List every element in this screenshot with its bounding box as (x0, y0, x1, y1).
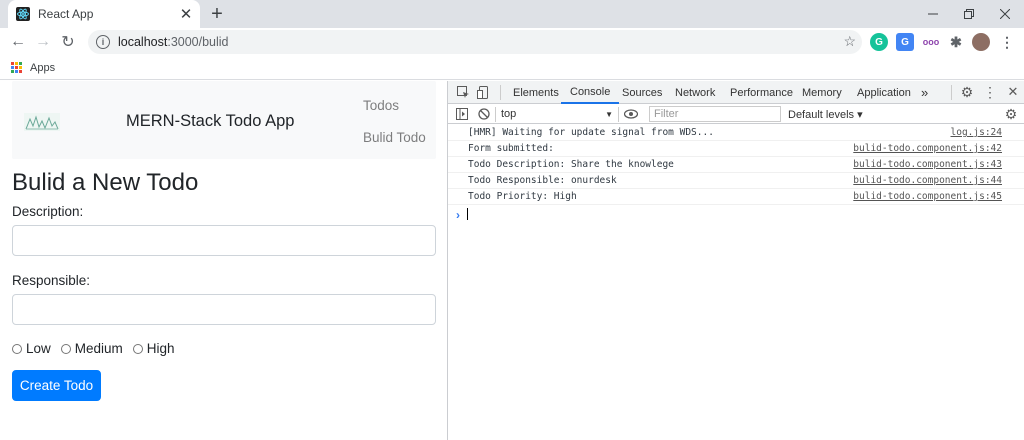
eye-icon[interactable] (623, 106, 639, 122)
console-prompt-icon: › (456, 208, 460, 222)
tab-performance[interactable]: Performance (730, 81, 793, 104)
responsible-input[interactable] (12, 294, 436, 325)
tab-console[interactable]: Console (561, 81, 620, 104)
apps-grid-icon[interactable] (11, 62, 22, 73)
restore-icon[interactable] (951, 0, 987, 28)
web-app: MERN-Stack Todo App Todos Bulid Todo Bul… (0, 81, 447, 440)
kebab-menu-icon[interactable]: ⋮ (982, 84, 998, 100)
console-filter-input[interactable]: Filter (649, 106, 781, 122)
log-source-link[interactable]: bulid-todo.component.js:43 (853, 159, 1002, 170)
browser-toolbar: ← → ↻ i localhost:3000/bulid ☆ G G ooo ✱… (0, 28, 1024, 56)
device-toolbar-icon[interactable] (475, 84, 491, 100)
devtools-panel: Elements Console Sources Network Perform… (447, 81, 1024, 440)
log-source-link[interactable]: log.js:24 (951, 127, 1002, 138)
settings-gear-icon[interactable]: ⚙ (959, 84, 975, 100)
tab-title: React App (38, 7, 94, 21)
log-message: Form submitted: (468, 143, 554, 154)
reload-icon[interactable]: ↻ (58, 32, 78, 52)
console-log-row: Todo Description: Share the knowlege bul… (448, 157, 1024, 173)
separator (495, 107, 496, 122)
separator (618, 107, 619, 122)
priority-high-radio[interactable]: High (132, 341, 175, 356)
bookmarks-bar: Apps (0, 56, 1024, 80)
priority-low-radio[interactable]: Low (12, 341, 51, 356)
apps-bookmark[interactable]: Apps (30, 62, 55, 74)
page-title: Bulid a New Todo (12, 169, 199, 196)
translate-icon[interactable]: G (896, 33, 914, 51)
log-source-link[interactable]: bulid-todo.component.js:44 (853, 175, 1002, 186)
log-message: Todo Description: Share the knowlege (468, 159, 674, 170)
more-tabs-icon[interactable]: » (921, 81, 928, 104)
priority-radio-group: Low Medium High (12, 341, 185, 356)
tab-network[interactable]: Network (675, 81, 715, 104)
console-input-caret[interactable] (467, 208, 468, 220)
log-message: Todo Priority: High (468, 191, 577, 202)
back-arrow-icon[interactable]: ← (8, 32, 28, 52)
radio-label: Medium (74, 341, 123, 356)
react-favicon-icon (16, 7, 30, 21)
logo-icon[interactable] (24, 109, 62, 135)
priority-medium-radio[interactable]: Medium (60, 341, 123, 356)
context-value: top (501, 108, 517, 120)
app-navbar: MERN-Stack Todo App Todos Bulid Todo (12, 81, 436, 159)
grammarly-icon[interactable]: G (870, 33, 888, 51)
close-icon[interactable]: ✕ (176, 4, 196, 24)
description-input[interactable] (12, 225, 436, 256)
star-icon[interactable]: ☆ (843, 33, 856, 50)
close-devtools-icon[interactable]: ✕ (1005, 84, 1021, 100)
separator (500, 85, 501, 100)
sidebar-toggle-icon[interactable] (454, 106, 470, 122)
console-log-row: [HMR] Waiting for update signal from WDS… (448, 125, 1024, 141)
log-message: Todo Responsible: onurdesk (468, 175, 617, 186)
puzzle-icon[interactable]: ✱ (947, 33, 965, 51)
minimize-icon[interactable] (915, 0, 951, 28)
new-tab-icon[interactable]: + (206, 3, 228, 25)
radio-label: High (146, 341, 175, 356)
tab-memory[interactable]: Memory (802, 81, 842, 104)
avatar[interactable] (972, 33, 990, 51)
log-source-link[interactable]: bulid-todo.component.js:42 (853, 143, 1002, 154)
clear-console-icon[interactable] (476, 106, 492, 122)
radio-circle[interactable] (12, 343, 22, 354)
console-log-row: Todo Priority: High bulid-todo.component… (448, 189, 1024, 205)
forward-arrow-icon[interactable]: → (33, 32, 53, 52)
description-label: Description: (12, 204, 84, 219)
radio-label: Low (26, 341, 51, 356)
create-todo-button[interactable]: Create Todo (12, 370, 101, 401)
tab-elements[interactable]: Elements (513, 81, 559, 104)
log-levels-dropdown[interactable]: Default levels ▾ (788, 106, 863, 122)
dropdown-triangle-icon: ▼ (605, 109, 613, 119)
nav-link-bulid-todo[interactable]: Bulid Todo (363, 130, 426, 145)
nav-link-todos[interactable]: Todos (363, 98, 399, 113)
address-bar[interactable]: i localhost:3000/bulid ☆ (88, 30, 862, 54)
separator (951, 85, 952, 100)
info-icon[interactable]: i (96, 35, 110, 49)
tab-sources[interactable]: Sources (622, 81, 662, 104)
log-source-link[interactable]: bulid-todo.component.js:45 (853, 191, 1002, 202)
log-message: [HMR] Waiting for update signal from WDS… (468, 127, 714, 138)
radio-circle[interactable] (60, 343, 71, 354)
window-close-icon[interactable] (987, 0, 1023, 28)
console-settings-gear-icon[interactable]: ⚙ (1003, 106, 1019, 122)
extension-dots-icon[interactable]: ooo (922, 33, 940, 51)
app-brand[interactable]: MERN-Stack Todo App (126, 112, 294, 131)
radio-circle[interactable] (132, 343, 143, 354)
devtools-tab-bar: Elements Console Sources Network Perform… (448, 81, 1024, 104)
console-log-row: Form submitted: bulid-todo.component.js:… (448, 141, 1024, 157)
menu-dots-icon[interactable]: ⋮ (998, 33, 1016, 51)
browser-tab[interactable]: React App ✕ (8, 0, 200, 28)
inspect-element-icon[interactable] (455, 84, 471, 100)
url-text: localhost:3000/bulid (118, 35, 229, 49)
console-filter-bar: top ▼ Filter Default levels ▾ ⚙ (448, 104, 1024, 124)
console-log-row: Todo Responsible: onurdesk bulid-todo.co… (448, 173, 1024, 189)
execution-context-select[interactable]: top ▼ (501, 106, 613, 122)
tab-application[interactable]: Application (857, 81, 911, 104)
responsible-label: Responsible: (12, 273, 91, 288)
browser-tab-strip: React App ✕ + (0, 0, 1024, 28)
